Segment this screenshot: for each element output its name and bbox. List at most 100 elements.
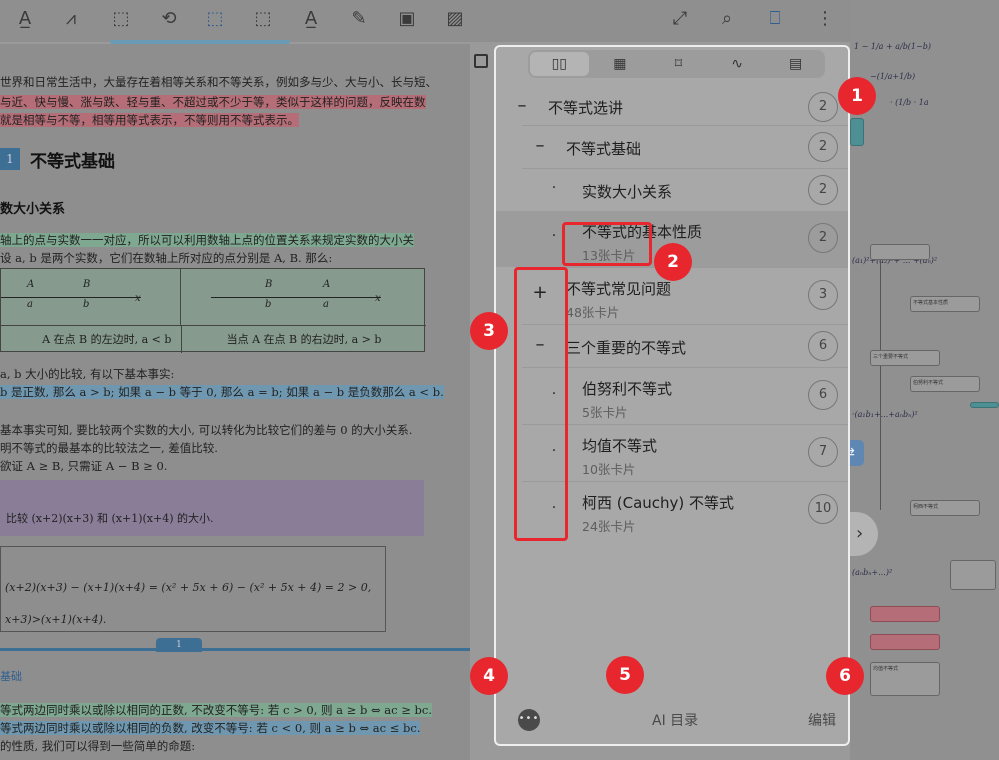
doc-para-7: 欲证 A ≥ B, 只需证 A − B ≥ 0. <box>0 459 168 473</box>
number-line-left <box>1 297 141 298</box>
more-options-button[interactable]: ••• <box>518 709 540 731</box>
toc-footer: ••• AI 目录 编辑 <box>496 695 848 744</box>
proof-equation: (x+2)(x+3) − (x+1)(x+4) = (x² + 5x + 6) … <box>5 581 372 594</box>
section-title: 不等式基础 <box>30 151 115 172</box>
textbox-icon[interactable]: ▣ <box>394 6 420 32</box>
document-page[interactable]: 世界和日常生活中，大量存在着相等关系和不等关系，例如多与少、大与小、长与短、 与… <box>0 44 470 760</box>
pen-icon[interactable]: ✎ <box>346 6 372 32</box>
mm-formula: 1 − 1/a + a/b(1−b) <box>854 42 931 51</box>
mm-node[interactable] <box>870 634 940 650</box>
top-toolbar: A̲ ⩘ ⬚ ⟲ ⬚ ⬚ A̲ ✎ ▣ ▨ ⤢ ⌕ ⎕ ⋮ <box>0 0 850 44</box>
ai-toc-button[interactable]: AI 目录 <box>652 710 698 730</box>
mm-node[interactable] <box>950 560 996 590</box>
toc-item-title: 柯西 (Cauchy) 不等式 <box>582 494 735 512</box>
mm-node[interactable] <box>850 118 864 146</box>
tab-annotations[interactable]: ▤ <box>766 50 825 78</box>
underline-text-icon[interactable]: A̲ <box>12 6 38 32</box>
card-count-text: 48张卡片 <box>566 305 620 320</box>
bookmark-panel-icon[interactable]: ⎕ <box>762 6 788 32</box>
tab-thumbnails[interactable]: ▦ <box>591 50 650 78</box>
doc-foot-line: 等式两边同时乘以或除以相同的正数, 不改变不等号: 若 c > 0, 则 a ≥… <box>0 703 432 717</box>
crop-icon[interactable]: ⬚ <box>250 6 276 32</box>
toc-tab-bar: ▯▯ ▦ ⌑ ∿ ▤ <box>528 50 825 78</box>
toc-item-title: 不等式常见问题 <box>566 280 672 298</box>
axis-point-label: x <box>375 293 381 304</box>
expand-icon[interactable]: ⤢ <box>667 6 693 32</box>
callout-badge: 6 <box>826 657 864 695</box>
toc-item[interactable]: – 不等式选讲 2 <box>496 91 848 125</box>
collapse-icon[interactable]: – <box>528 135 552 156</box>
axis-point-label: B <box>265 279 273 290</box>
card-count-badge: 2 <box>808 175 838 205</box>
doc-para-1: 轴上的点与实数一一对应，所以可以利用数轴上点的位置关系来规定实数的大小关 <box>0 233 414 247</box>
example-text: 比较 (x+2)(x+3) 和 (x+1)(x+4) 的大小. <box>6 512 214 525</box>
mm-node[interactable]: 柯西不等式 <box>910 500 980 516</box>
proof-box: (x+2)(x+3) − (x+1)(x+4) = (x² + 5x + 6) … <box>0 546 386 632</box>
toc-item-title: 不等式基础 <box>566 140 642 158</box>
card-count-text: 5张卡片 <box>582 405 628 420</box>
doc-line-3: 就是相等与不等，相等用等式表示，不等则用不等式表示。 <box>0 113 299 127</box>
text-color-icon[interactable]: A̲ <box>298 6 324 32</box>
tab-contents[interactable]: ▯▯ <box>530 52 589 76</box>
axis-point-label: B <box>83 279 91 290</box>
doc-para-6: 明不等式的最基本的比较法之一, 差值比较. <box>0 441 218 455</box>
mm-node[interactable] <box>870 244 930 260</box>
mm-node[interactable]: 三个重要不等式 <box>870 350 940 366</box>
page-tab-strip <box>0 648 470 654</box>
square-select-icon[interactable]: ⬚ <box>202 6 228 32</box>
card-count-badge: 2 <box>808 132 838 162</box>
toc-item-title: 不等式选讲 <box>548 99 624 117</box>
grid-icon: ▦ <box>613 56 627 72</box>
mm-connector <box>880 250 881 510</box>
highlight-box-expand-markers <box>514 267 568 541</box>
number-line-table: A B a b x B A b a x A 在点 B 的左边时, a < b 当… <box>0 268 426 353</box>
number-line-right <box>211 297 381 298</box>
collapse-icon[interactable]: – <box>510 95 534 116</box>
doc-foot-line: 的性质, 我们可以得到一些简单的命题: <box>0 739 196 753</box>
card-count-badge: 3 <box>808 280 838 310</box>
highlight-box-card-count <box>562 222 652 266</box>
scribble-icon: ∿ <box>731 56 743 72</box>
more-vertical-icon[interactable]: ⋮ <box>812 6 838 32</box>
axis-point-label: b <box>83 299 90 310</box>
mm-formula: −(1/a+1/b) <box>870 72 916 81</box>
mm-node[interactable]: 伯努利不等式 <box>910 376 980 392</box>
page-search-icon[interactable]: ⌕ <box>714 6 740 32</box>
doc-line-1: 世界和日常生活中，大量存在着相等关系和不等关系，例如多与少、大与小、长与短、 <box>0 75 437 89</box>
card-count-badge: 2 <box>808 223 838 253</box>
tab-ink[interactable]: ∿ <box>708 50 767 78</box>
table-cell-right: B A b a x <box>181 269 426 325</box>
lasso-icon[interactable]: ⟲ <box>156 6 182 32</box>
card-count-badge: 10 <box>808 494 838 524</box>
doc-para-5: 基本事实可知, 要比较两个实数的大小, 可以转化为比较它们的差与 0 的大小关系… <box>0 423 413 437</box>
highlighter-icon[interactable]: ⩘ <box>58 6 84 32</box>
split-view-icon[interactable] <box>474 54 488 68</box>
doc-para-2: 设 a, b 是两个实数，它们在数轴上所对应的点分别是 A, B. 那么: <box>0 251 333 265</box>
doc-para-3: a, b 大小的比较, 有以下基本事实: <box>0 367 175 381</box>
toc-item[interactable]: · 实数大小关系 2 <box>496 169 848 211</box>
toc-item[interactable]: – 不等式基础 2 <box>496 126 848 168</box>
toc-item-title: 均值不等式 <box>582 437 658 455</box>
card-count-badge: 7 <box>808 437 838 467</box>
callout-badge: 5 <box>606 656 644 694</box>
doc-para-4: b 是正数, 那么 a > b; 如果 a − b 等于 0, 那么 a = b… <box>0 385 444 399</box>
note-icon: ▤ <box>789 56 803 72</box>
book-open-icon: ▯▯ <box>551 56 567 72</box>
callout-badge: 4 <box>470 657 508 695</box>
axis-point-label: a <box>323 299 329 310</box>
mind-map-pane[interactable]: 1 − 1/a + a/b(1−b) −(1/a+1/b) · (1/b · 1… <box>850 0 999 760</box>
toc-item-title: 三个重要的不等式 <box>566 339 687 357</box>
bookmark-icon: ⌑ <box>674 56 683 72</box>
bullet-icon: · <box>551 180 557 196</box>
mm-node[interactable] <box>970 402 999 408</box>
mm-node[interactable]: 不等式基本性质 <box>910 296 980 312</box>
toc-item-title: 实数大小关系 <box>582 183 673 201</box>
edit-button[interactable]: 编辑 <box>808 710 836 730</box>
tab-bookmarks[interactable]: ⌑ <box>649 50 708 78</box>
page-tab[interactable]: 1 <box>156 638 202 652</box>
mm-node[interactable]: 均值不等式 <box>870 662 940 696</box>
rectangle-select-icon[interactable]: ⬚ <box>108 6 134 32</box>
mm-node[interactable] <box>870 606 940 622</box>
image-icon[interactable]: ▨ <box>442 6 468 32</box>
axis-point-label: a <box>27 299 33 310</box>
